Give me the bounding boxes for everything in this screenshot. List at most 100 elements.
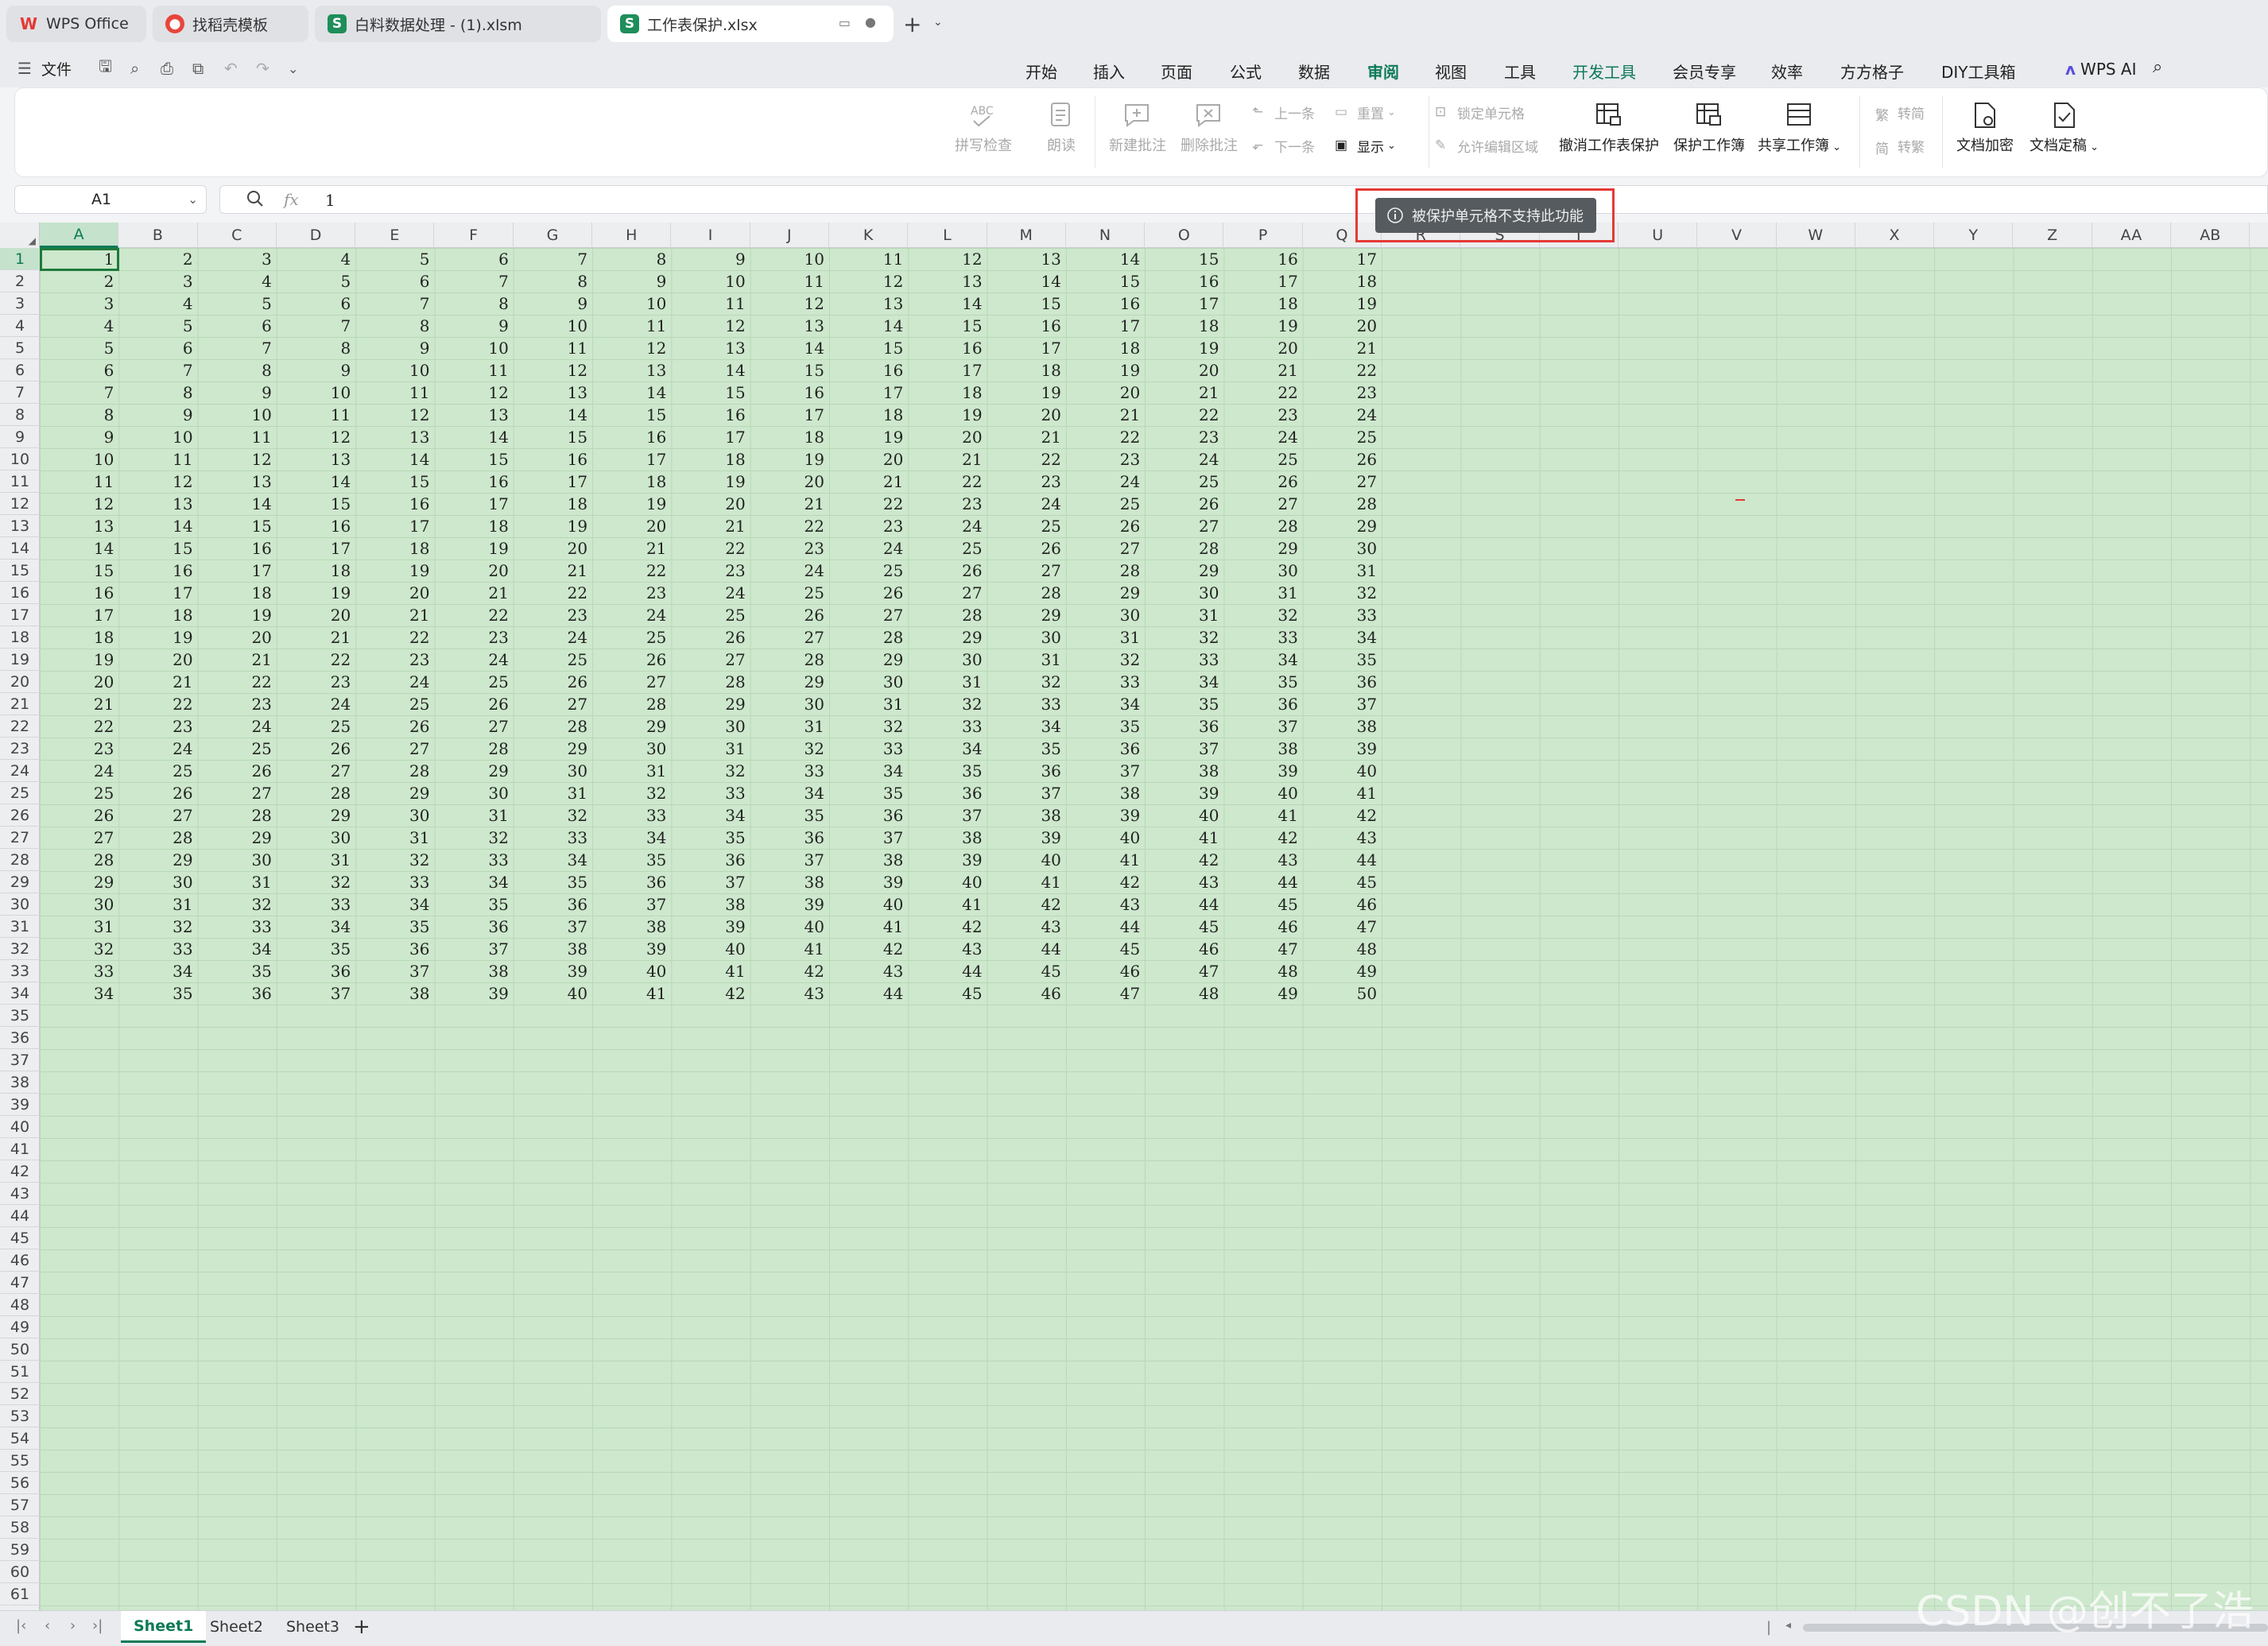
cell[interactable]: 36	[1066, 738, 1145, 760]
row-header-5[interactable]: 5	[0, 337, 40, 359]
cell[interactable]: 30	[40, 893, 118, 916]
cell[interactable]: 27	[671, 649, 750, 671]
row-header-12[interactable]: 12	[0, 493, 40, 515]
cell[interactable]: 28	[908, 604, 987, 626]
cell[interactable]: 24	[987, 493, 1066, 515]
cell[interactable]: 45	[987, 960, 1066, 982]
more-chevron-icon[interactable]: ⌄	[288, 57, 298, 79]
cell[interactable]: 33	[277, 893, 355, 916]
cell[interactable]: 22	[435, 604, 514, 626]
cell[interactable]: 30	[908, 649, 987, 671]
cell[interactable]: 12	[198, 448, 277, 471]
cell[interactable]: 38	[1303, 715, 1382, 738]
cell[interactable]: 24	[514, 626, 592, 649]
cell[interactable]: 5	[198, 292, 277, 315]
column-header-o[interactable]: O	[1145, 223, 1224, 248]
cell[interactable]: 31	[671, 738, 750, 760]
cell[interactable]: 27	[1066, 537, 1145, 560]
tab-list-chevron-icon[interactable]: ⌄	[933, 16, 943, 29]
cell[interactable]: 44	[1303, 849, 1382, 871]
cell[interactable]: 40	[1066, 827, 1145, 849]
row-header-22[interactable]: 22	[0, 715, 40, 738]
prev-comment-button[interactable]: ⬑ 上一条	[1252, 103, 1315, 123]
cell[interactable]: 14	[514, 404, 592, 426]
cell[interactable]: 23	[671, 560, 750, 582]
cell[interactable]: 33	[40, 960, 118, 982]
doc-finalize-button[interactable]: 文档定稿 ⌄	[2030, 99, 2099, 155]
tab-wps-office[interactable]: W WPS Office	[6, 6, 146, 42]
cell[interactable]: 34	[750, 782, 829, 804]
cell[interactable]: 33	[592, 804, 671, 827]
cell[interactable]: 41	[1224, 804, 1303, 827]
row-header-54[interactable]: 54	[0, 1427, 40, 1450]
cell[interactable]: 7	[355, 292, 434, 315]
cell[interactable]: 30	[435, 782, 514, 804]
cell[interactable]: 41	[592, 982, 671, 1005]
cell[interactable]: 27	[1145, 515, 1223, 537]
row-header-14[interactable]: 14	[0, 537, 40, 560]
menu-page[interactable]: 页面	[1161, 60, 1192, 83]
cell[interactable]: 20	[592, 515, 671, 537]
column-header-b[interactable]: B	[118, 223, 198, 248]
cell[interactable]: 34	[671, 804, 750, 827]
cell[interactable]: 16	[514, 448, 592, 471]
find-icon[interactable]: ⌕	[130, 57, 139, 79]
cell[interactable]: 26	[592, 649, 671, 671]
row-header-48[interactable]: 48	[0, 1294, 40, 1316]
cell[interactable]: 23	[277, 671, 355, 693]
cell[interactable]: 35	[1145, 693, 1223, 715]
cell[interactable]: 32	[198, 893, 277, 916]
row-header-31[interactable]: 31	[0, 916, 40, 938]
cell[interactable]: 32	[1303, 582, 1382, 604]
row-header-11[interactable]: 11	[0, 471, 40, 493]
cell[interactable]: 35	[355, 916, 434, 938]
read-aloud-button[interactable]: 朗读	[1045, 99, 1077, 155]
cell[interactable]: 6	[277, 292, 355, 315]
cell[interactable]: 23	[1303, 381, 1382, 404]
cell[interactable]: 21	[1066, 404, 1145, 426]
cell[interactable]: 26	[671, 626, 750, 649]
cell[interactable]: 12	[435, 381, 514, 404]
cell[interactable]: 19	[1066, 359, 1145, 381]
print-icon[interactable]: ⎙	[161, 57, 173, 79]
cell[interactable]: 27	[435, 715, 514, 738]
cell[interactable]: 13	[435, 404, 514, 426]
cell[interactable]: 34	[829, 760, 908, 782]
cell[interactable]: 13	[118, 493, 197, 515]
cell[interactable]: 18	[1066, 337, 1145, 359]
row-header-30[interactable]: 30	[0, 893, 40, 916]
row-header-61[interactable]: 61	[0, 1583, 40, 1605]
cell[interactable]: 8	[118, 381, 197, 404]
cell[interactable]: 38	[908, 827, 987, 849]
cell[interactable]: 40	[1224, 782, 1303, 804]
cell[interactable]: 22	[40, 715, 118, 738]
cell[interactable]: 41	[1303, 782, 1382, 804]
column-header-j[interactable]: J	[750, 223, 829, 248]
show-button[interactable]: ▣ 显示 ⌄	[1335, 136, 1396, 157]
doc-encrypt-button[interactable]: 文档加密	[1956, 99, 2014, 155]
cell[interactable]: 9	[198, 381, 277, 404]
cell[interactable]: 16	[829, 359, 908, 381]
cell[interactable]: 22	[1224, 381, 1303, 404]
row-header-36[interactable]: 36	[0, 1027, 40, 1049]
cell[interactable]: 21	[671, 515, 750, 537]
undo-icon[interactable]: ↶	[224, 57, 238, 79]
cell[interactable]: 37	[908, 804, 987, 827]
row-header-41[interactable]: 41	[0, 1138, 40, 1160]
column-header-m[interactable]: M	[987, 223, 1066, 248]
cell[interactable]: 27	[1224, 493, 1303, 515]
cell[interactable]: 41	[750, 938, 829, 960]
cell[interactable]: 7	[435, 270, 514, 292]
cell[interactable]: 14	[592, 381, 671, 404]
cell[interactable]: 31	[198, 871, 277, 893]
column-header-h[interactable]: H	[592, 223, 672, 248]
cell[interactable]: 19	[277, 582, 355, 604]
cell[interactable]: 33	[987, 693, 1066, 715]
cell[interactable]: 43	[908, 938, 987, 960]
cell[interactable]: 31	[40, 916, 118, 938]
cell[interactable]: 15	[40, 560, 118, 582]
row-header-21[interactable]: 21	[0, 693, 40, 715]
cell[interactable]: 25	[514, 649, 592, 671]
cell[interactable]: 28	[987, 582, 1066, 604]
cell[interactable]: 16	[355, 493, 434, 515]
